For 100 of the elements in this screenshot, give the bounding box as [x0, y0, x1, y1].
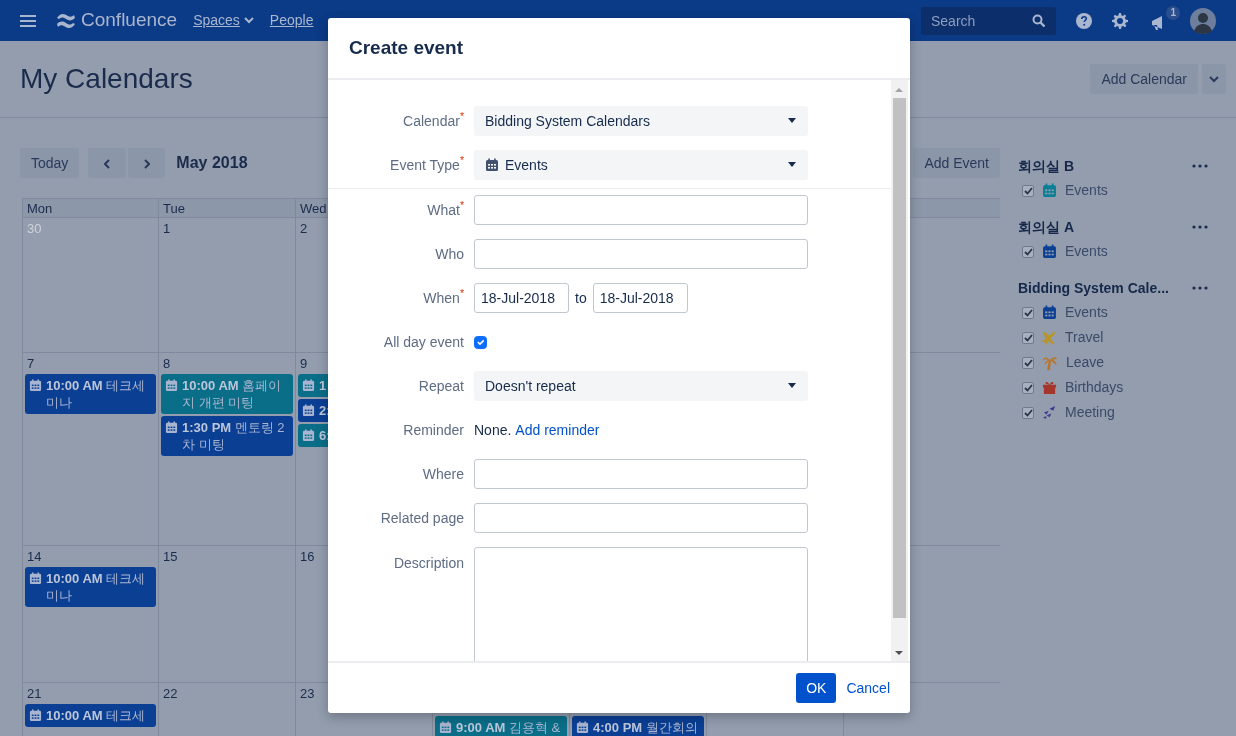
checkbox[interactable]	[1022, 306, 1034, 319]
checkbox[interactable]	[1022, 381, 1034, 394]
day-number: 23	[299, 685, 316, 703]
dropdown-select[interactable]: Events	[474, 150, 808, 180]
calendar-cell[interactable]: 22	[159, 683, 296, 736]
day-number: 14	[26, 548, 43, 566]
calendar-group-title: 회의실 A	[1018, 217, 1074, 237]
field-label: Repeat	[417, 376, 464, 396]
day-number: 22	[162, 685, 179, 703]
calendar-event[interactable]: 10:00 AM 테크세미나	[25, 567, 156, 607]
calendar-icon	[439, 721, 452, 734]
calendar-event[interactable]: 10:00 AM 테크세미나	[25, 374, 156, 414]
dropdown-button[interactable]	[1202, 64, 1226, 94]
field-label: Reminder	[402, 420, 464, 440]
calendar-name[interactable]: Events	[1065, 302, 1108, 323]
day-number: 9	[299, 355, 309, 373]
caret-icon	[787, 383, 797, 389]
menu-icon[interactable]	[20, 13, 36, 28]
day-number: 30	[26, 220, 43, 238]
calendar-name[interactable]: Events	[1065, 180, 1108, 201]
avatar[interactable]	[1190, 7, 1216, 34]
field-label: Calendar$^{*}$	[402, 110, 464, 131]
calendar-name[interactable]: Birthdays	[1065, 377, 1124, 398]
calendar-icon	[485, 158, 499, 172]
calendar-event[interactable]: 10:00 AM 홈페이지 개편 미팅	[161, 374, 293, 414]
calendar-event[interactable]: 9:00 AM 김용혁 &	[435, 716, 567, 736]
calendar-cell[interactable]: 14 10:00 AM 테크세미나	[23, 546, 159, 683]
help-icon[interactable]	[1076, 12, 1092, 29]
date-separator: to	[575, 288, 587, 308]
text-input[interactable]	[474, 459, 808, 489]
day-number: 15	[162, 548, 179, 566]
nav-menu[interactable]: Spaces	[193, 10, 254, 31]
add-calendar-button[interactable]: Add Calendar	[1090, 64, 1198, 94]
search-field[interactable]: Search	[921, 6, 1056, 35]
field-label: Who	[434, 244, 464, 264]
calendar-event[interactable]: 4:00 PM 월간회의	[572, 716, 704, 736]
calendar-name[interactable]: Leave	[1066, 352, 1105, 373]
calendar-cell[interactable]: 21 10:00 AM 테크세	[23, 683, 159, 736]
checkbox[interactable]	[1022, 184, 1034, 197]
calendar-group-title: Bidding System Cale...	[1018, 278, 1169, 298]
logo-icon	[56, 11, 76, 30]
caret-icon	[787, 162, 797, 168]
calendar-name[interactable]: Travel	[1065, 327, 1104, 348]
day-number: 16	[299, 548, 316, 566]
calendar-cell[interactable]: 4:00 PM 월간회의	[570, 683, 707, 736]
dropdown-select[interactable]: Bidding System Calendars	[474, 106, 808, 136]
chevron-down-icon	[243, 17, 254, 24]
field-label: Where	[421, 464, 464, 484]
chevron-left-icon	[103, 158, 111, 169]
calendar-cell[interactable]: 9:00 AM 김용혁 &	[433, 683, 570, 736]
calendar-name[interactable]: Events	[1065, 241, 1108, 262]
calendar-event[interactable]: 10:00 AM 테크세	[25, 704, 156, 727]
calendar-icon	[302, 379, 315, 392]
calendar-cell[interactable]: 7 10:00 AM 테크세미나	[23, 353, 159, 546]
checkbox[interactable]	[1022, 356, 1034, 369]
more-icon[interactable]	[1192, 164, 1208, 168]
text-input[interactable]	[474, 503, 808, 533]
calendar-name[interactable]: Meeting	[1065, 402, 1115, 423]
checkbox[interactable]	[474, 335, 487, 349]
ok-button[interactable]: OK	[796, 673, 837, 703]
calendar-group-title: 회의실 B	[1018, 156, 1074, 176]
nav-link[interactable]: People	[269, 10, 314, 31]
calendar-icon	[165, 379, 178, 392]
add-reminder-link[interactable]: Add reminder	[515, 419, 600, 441]
caret-icon	[787, 118, 797, 124]
text-input[interactable]	[474, 239, 808, 269]
checkbox[interactable]	[1022, 245, 1034, 258]
calendar-cell[interactable]: 8 10:00 AM 홈페이지 개편 미팅 1:30 PM 멘토링 2차 미팅	[159, 353, 296, 546]
description-input[interactable]	[474, 547, 808, 661]
dropdown-select[interactable]: Doesn't repeat	[474, 371, 808, 401]
today-button[interactable]: Today	[20, 148, 80, 178]
date-input[interactable]: 18-Jul-2018	[592, 283, 688, 313]
dialog-title: Create event	[349, 36, 464, 60]
weekday-header: Tue	[159, 199, 296, 218]
day-number: 2	[299, 220, 309, 238]
text-input[interactable]	[474, 195, 808, 225]
month-title: May 2018	[176, 153, 248, 173]
calendar-icon	[29, 379, 42, 392]
reminder-value: None.	[474, 420, 512, 440]
date-input[interactable]: 18-Jul-2018	[474, 283, 569, 313]
add-event-button[interactable]: Add Event	[913, 148, 1000, 178]
cancel-link[interactable]: Cancel	[846, 677, 890, 699]
page-title: My Calendars	[20, 62, 193, 96]
checkbox[interactable]	[1022, 331, 1034, 344]
more-icon[interactable]	[1192, 225, 1208, 229]
scrollbar[interactable]	[891, 80, 908, 661]
field-label: When$^{*}$	[422, 287, 464, 308]
notification-badge: 1	[1166, 5, 1180, 20]
calendar-event[interactable]: 1:30 PM 멘토링 2차 미팅	[161, 416, 293, 456]
more-icon[interactable]	[1192, 286, 1208, 290]
brand-name[interactable]: Confluence	[81, 6, 178, 35]
field-label: Event Type$^{*}$	[389, 154, 464, 175]
settings-icon[interactable]	[1112, 12, 1128, 29]
search-icon[interactable]	[1032, 13, 1046, 28]
calendar-icon	[302, 404, 315, 417]
calendar-cell[interactable]: 1	[159, 218, 296, 353]
calendar-icon	[165, 421, 178, 434]
calendar-cell[interactable]: 15	[159, 546, 296, 683]
checkbox[interactable]	[1022, 406, 1034, 419]
day-number: 1	[162, 220, 172, 238]
